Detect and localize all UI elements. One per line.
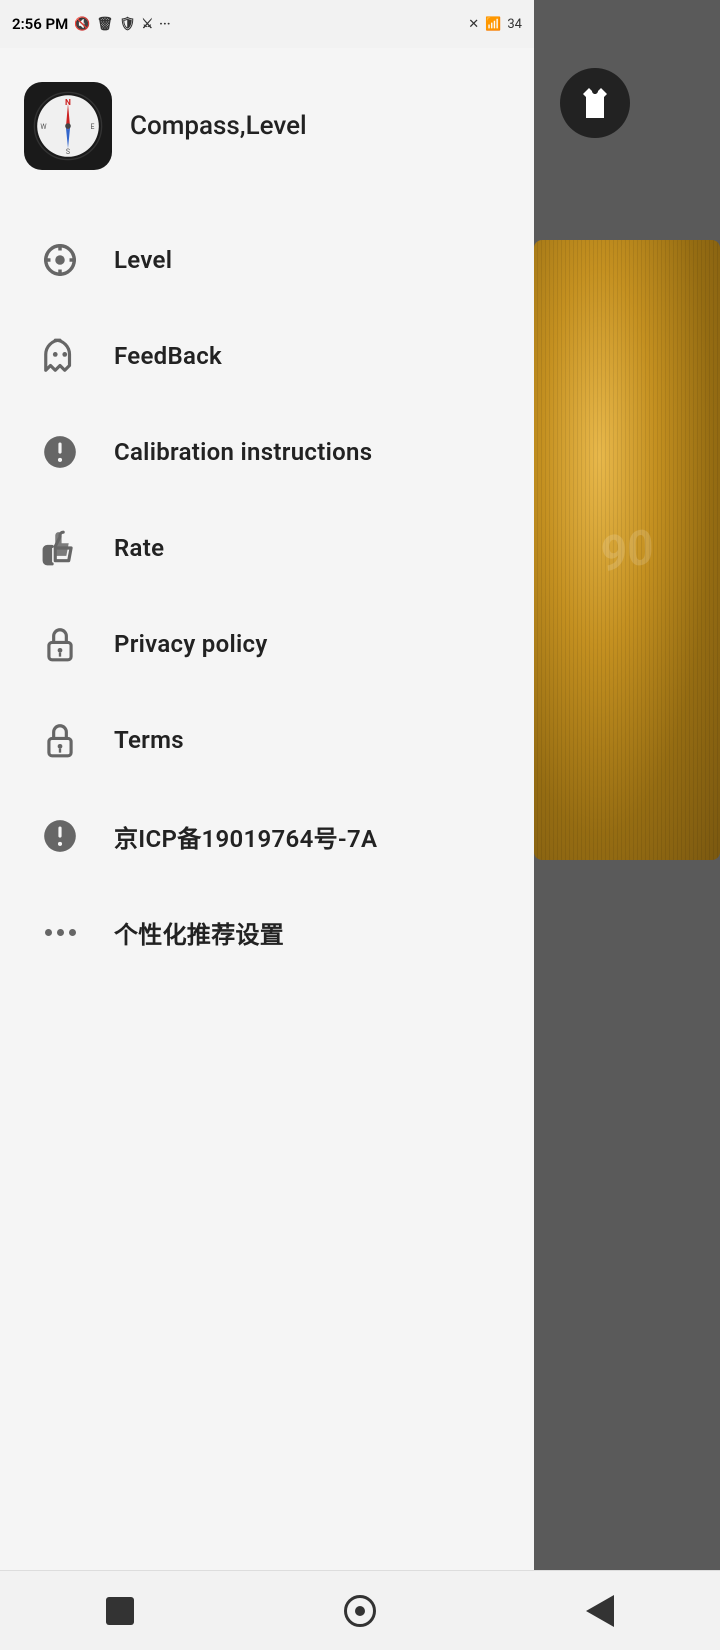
exclamation-circle-icon [41, 433, 79, 471]
status-indicators: ✕ 📶 34 [468, 17, 522, 32]
coin-text: 90 [596, 517, 659, 582]
mute-icon: 🔇 [74, 17, 90, 32]
menu-item-icp[interactable]: 京ICP备19019764号-7A [24, 788, 510, 884]
svg-text:E: E [91, 123, 95, 131]
close-icon: ✕ [468, 17, 479, 32]
coin-image: 90 [534, 240, 720, 860]
menu-item-feedback[interactable]: FeedBack [24, 308, 510, 404]
icp-icon-wrap [34, 810, 86, 862]
back-button[interactable] [570, 1581, 630, 1641]
shirt-icon [577, 85, 613, 121]
time-display: 2:56 PM [12, 15, 68, 33]
crosshair-icon [41, 241, 79, 279]
menu-list: Level FeedBack Calibration [24, 212, 510, 980]
calibration-label: Calibration instructions [114, 438, 372, 466]
battery-icon: 34 [507, 17, 522, 32]
menu-item-privacy[interactable]: Privacy policy [24, 596, 510, 692]
rate-label: Rate [114, 534, 164, 562]
icp-label: 京ICP备19019764号-7A [114, 819, 377, 854]
wifi-icon: 📶 [485, 17, 501, 32]
feedback-icon-wrap [34, 330, 86, 382]
level-label: Level [114, 246, 172, 274]
status-time: 2:56 PM 🔇 🗑 🛡 ⚔ ··· [12, 15, 171, 33]
right-panel: 90 [534, 0, 720, 1650]
avatar[interactable] [560, 68, 630, 138]
level-icon-wrap [34, 234, 86, 286]
app-header: N S E W Compass,Level [24, 72, 510, 180]
battery-level: 34 [507, 17, 522, 32]
recents-icon [106, 1597, 134, 1625]
status-bar: 2:56 PM 🔇 🗑 🛡 ⚔ ··· ✕ 📶 34 [0, 0, 534, 48]
terms-label: Terms [114, 726, 184, 754]
navigation-bar [0, 1570, 720, 1650]
icp-exclamation-icon [41, 817, 79, 855]
menu-item-level[interactable]: Level [24, 212, 510, 308]
ghost-icon [41, 337, 79, 375]
more-dots-icon [45, 929, 76, 936]
drawer-panel: N S E W Compass,Level [0, 48, 534, 1650]
menu-item-calibration[interactable]: Calibration instructions [24, 404, 510, 500]
privacy-label: Privacy policy [114, 630, 268, 658]
shield2-icon: ⚔ [142, 17, 154, 32]
home-button[interactable] [330, 1581, 390, 1641]
menu-item-rate[interactable]: Rate [24, 500, 510, 596]
menu-item-personalized[interactable]: 个性化推荐设置 [24, 884, 510, 980]
rate-icon-wrap [34, 522, 86, 574]
home-icon [344, 1595, 376, 1627]
feedback-label: FeedBack [114, 342, 222, 370]
svg-text:W: W [40, 123, 47, 131]
battery-saver-icon: 🗑 [96, 17, 113, 32]
menu-item-terms[interactable]: Terms [24, 692, 510, 788]
personalized-icon-wrap [34, 906, 86, 958]
svg-text:S: S [66, 148, 70, 156]
lock-icon [41, 625, 79, 663]
privacy-icon-wrap [34, 618, 86, 670]
compass-svg: N S E W [33, 91, 103, 161]
app-icon: N S E W [24, 82, 112, 170]
shield-icon: 🛡 [119, 17, 136, 32]
terms-lock-icon [41, 721, 79, 759]
terms-icon-wrap [34, 714, 86, 766]
personalized-label: 个性化推荐设置 [114, 915, 284, 950]
app-title: Compass,Level [130, 111, 307, 141]
more-icon: ··· [159, 17, 170, 32]
calibration-icon-wrap [34, 426, 86, 478]
thumbsup-icon [41, 529, 79, 567]
recents-button[interactable] [90, 1581, 150, 1641]
back-icon [586, 1595, 614, 1627]
